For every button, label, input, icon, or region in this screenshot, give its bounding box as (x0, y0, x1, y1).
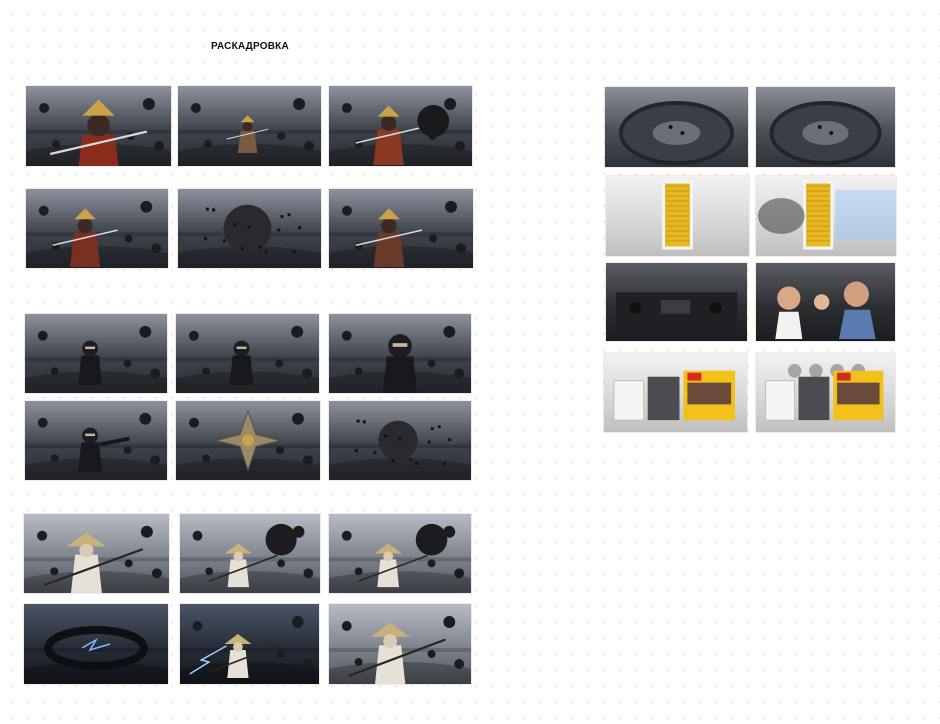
frame-happy-family[interactable] (756, 263, 895, 341)
storyboard-title: РАСКАДРОВКА (211, 41, 289, 52)
frame-samurai-stance[interactable] (329, 189, 473, 268)
frame-monk-closeup[interactable] (329, 604, 471, 684)
thumbnail-image (25, 314, 167, 393)
thumbnail-image (176, 401, 320, 480)
frame-filter-product[interactable] (606, 176, 749, 256)
thumbnail-image (329, 86, 472, 166)
thumbnail-image (329, 514, 471, 593)
frame-packshot-ninjas[interactable] (756, 353, 895, 432)
thumbnail-image (756, 353, 895, 432)
thumbnail-image (604, 353, 747, 432)
thumbnail-image (605, 87, 748, 167)
frame-monk-staff[interactable] (24, 514, 169, 593)
frame-ninja-kick[interactable] (25, 314, 167, 393)
thumbnail-image (606, 176, 749, 256)
frame-samurai-portrait[interactable] (26, 86, 171, 166)
frame-ninja-landing[interactable] (176, 314, 319, 393)
thumbnail-image (606, 263, 747, 341)
frame-monk-lightning[interactable] (180, 604, 319, 684)
frame-arena-top-2[interactable] (756, 87, 895, 167)
frame-monk-strike[interactable] (329, 514, 471, 593)
frame-monk-smoke[interactable] (180, 514, 320, 593)
thumbnail-image (176, 314, 319, 393)
thumbnail-image (24, 604, 168, 684)
frame-packshot[interactable] (604, 353, 747, 432)
frame-lightning-ring[interactable] (24, 604, 168, 684)
thumbnail-image (178, 189, 321, 268)
thumbnail-image (329, 189, 473, 268)
frame-virus-explodes[interactable] (329, 401, 471, 480)
frame-ninja-closeup[interactable] (329, 314, 471, 393)
frame-samurai-virus-field[interactable] (178, 86, 321, 166)
frame-filter-airflow[interactable] (756, 176, 896, 256)
thumbnail-image (180, 514, 320, 593)
thumbnail-image (329, 314, 471, 393)
thumbnail-image (329, 401, 471, 480)
thumbnail-image (26, 189, 168, 268)
thumbnail-image (756, 263, 895, 341)
thumbnail-image (24, 514, 169, 593)
thumbnail-image (25, 401, 167, 480)
frame-samurai-leap[interactable] (26, 189, 168, 268)
frame-car-interior[interactable] (606, 263, 747, 341)
thumbnail-image (756, 176, 896, 256)
frame-ninja-throw[interactable] (25, 401, 167, 480)
thumbnail-image (329, 604, 471, 684)
frame-virus-closeup[interactable] (178, 189, 321, 268)
thumbnail-image (178, 86, 321, 166)
frame-arena-top-1[interactable] (605, 87, 748, 167)
frame-samurai-strikes-virus[interactable] (329, 86, 472, 166)
frame-shuriken-js[interactable] (176, 401, 320, 480)
thumbnail-image (756, 87, 895, 167)
thumbnail-image (26, 86, 171, 166)
thumbnail-image (180, 604, 319, 684)
